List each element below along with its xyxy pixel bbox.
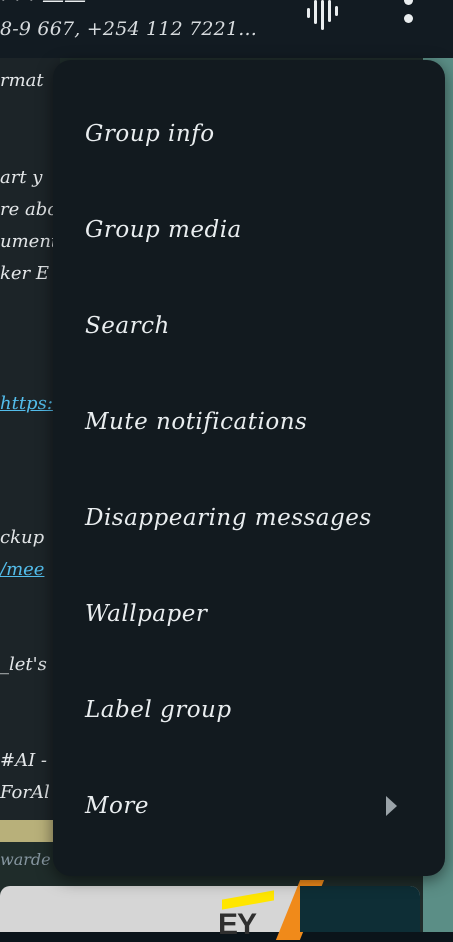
menu-item-disappearing-messages[interactable]: Disappearing messages	[53, 470, 445, 566]
menu-item-label: Disappearing messages	[85, 505, 372, 531]
menu-item-group-info[interactable]: Group info	[53, 86, 445, 182]
menu-item-mute-notifications[interactable]: Mute notifications	[53, 374, 445, 470]
message-link[interactable]: https:	[0, 393, 53, 414]
overflow-menu-icon[interactable]	[398, 0, 420, 30]
chat-participants[interactable]: 8-9 667, +254 112 7221...	[0, 18, 257, 40]
message-link[interactable]: /mee	[0, 559, 44, 580]
message-text: _let's	[0, 654, 47, 675]
voice-call-icon[interactable]	[305, 0, 345, 32]
app-bar: · · · —— 8-9 667, +254 112 7221...	[0, 0, 453, 58]
message-text: rmat	[0, 70, 44, 91]
message-text: ument	[0, 231, 59, 252]
message-text: re abo	[0, 199, 59, 220]
menu-item-label: Search	[85, 313, 170, 339]
message-hashtag[interactable]: ForAl	[0, 782, 50, 803]
message-text: ckup	[0, 527, 45, 548]
menu-item-label: Label group	[85, 697, 232, 723]
message-text: art y	[0, 167, 43, 188]
menu-item-label: Group info	[85, 121, 215, 147]
menu-item-more[interactable]: More	[53, 758, 445, 854]
menu-item-wallpaper[interactable]: Wallpaper	[53, 566, 445, 662]
message-hashtag[interactable]: #AI -	[0, 750, 47, 771]
menu-item-label: Group media	[85, 217, 242, 243]
forwarded-label: warde	[0, 850, 51, 869]
menu-item-label: More	[85, 793, 150, 819]
brand-logo: EY	[218, 908, 257, 941]
menu-item-label-group[interactable]: Label group	[53, 662, 445, 758]
menu-item-label: Mute notifications	[85, 409, 308, 435]
overflow-menu: Group info Group media Search Mute notif…	[53, 60, 445, 876]
menu-item-label: Wallpaper	[85, 601, 208, 627]
submenu-arrow-icon	[386, 796, 397, 816]
image-preview[interactable]	[0, 820, 60, 842]
menu-item-group-media[interactable]: Group media	[53, 182, 445, 278]
image-dark-panel	[300, 886, 420, 932]
menu-item-search[interactable]: Search	[53, 278, 445, 374]
message-text: ker E	[0, 263, 50, 284]
chat-title[interactable]: · · · ——	[0, 0, 86, 13]
